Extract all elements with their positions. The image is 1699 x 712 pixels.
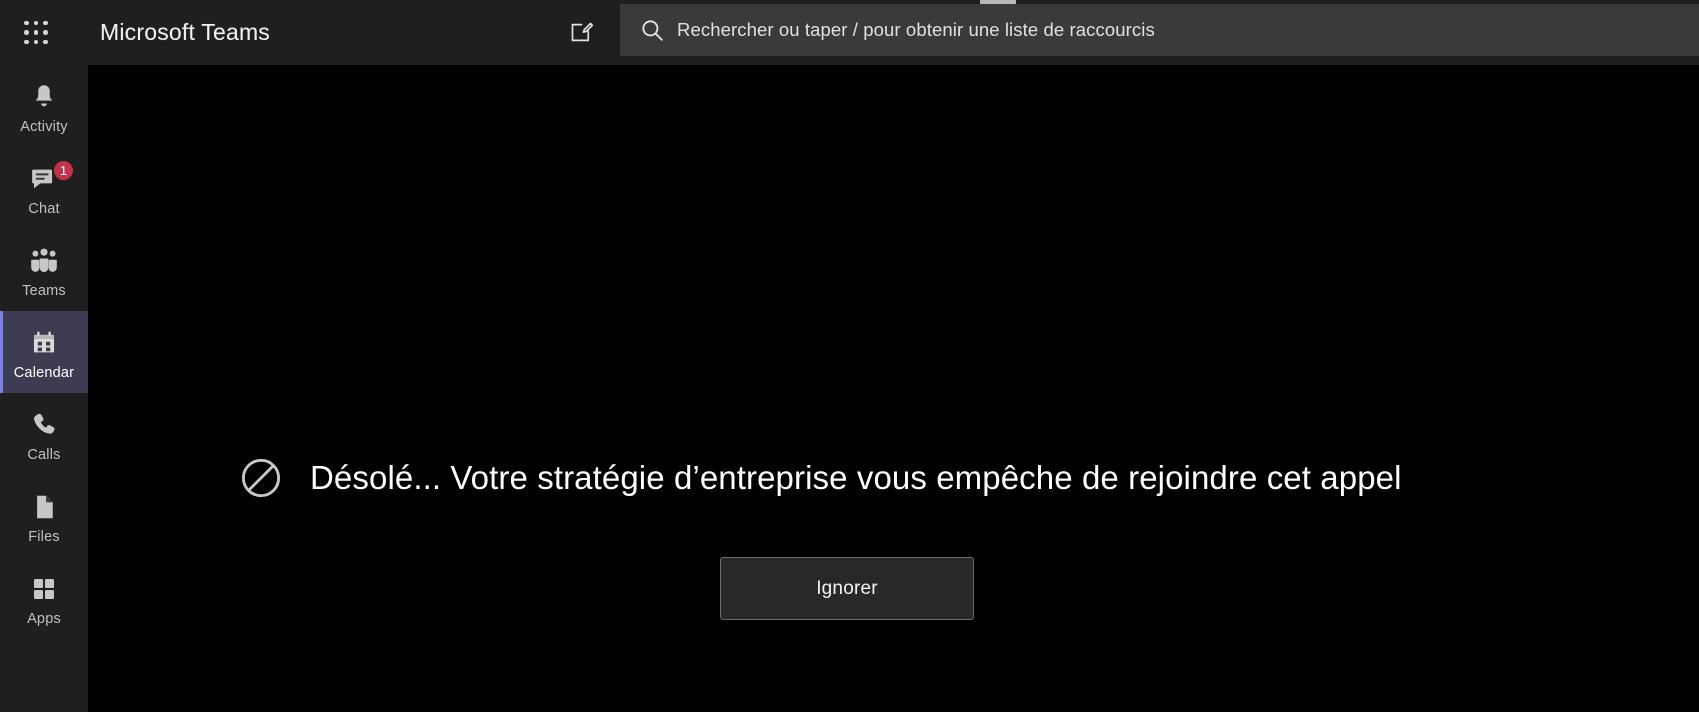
sidebar-item-apps[interactable]: Apps <box>0 557 88 639</box>
policy-block-message-row: Désolé... Votre stratégie d’entreprise v… <box>238 455 1568 501</box>
sidebar-item-label: Teams <box>22 282 66 299</box>
sidebar-item-label: Activity <box>20 118 68 135</box>
file-icon <box>29 488 59 522</box>
new-chat-compose-icon[interactable] <box>561 12 601 52</box>
sidebar-item-label: Apps <box>27 610 61 627</box>
status-badge: 1 <box>52 159 75 182</box>
page-title: Microsoft Teams <box>100 19 271 45</box>
app-launcher-waffle-icon[interactable] <box>14 11 58 55</box>
title-bar: Microsoft Teams <box>0 0 1699 65</box>
sidebar-item-files[interactable]: Files <box>0 475 88 557</box>
sidebar-item-teams[interactable]: Teams <box>0 229 88 311</box>
main-content: Désolé... Votre stratégie d’entreprise v… <box>88 65 1699 712</box>
search-icon <box>639 17 665 43</box>
sidebar-item-calendar[interactable]: Calendar <box>0 311 88 393</box>
teams-window: Microsoft Teams Rechercher ou taper / po… <box>0 0 1699 712</box>
sidebar-item-label: Calls <box>27 446 61 463</box>
sidebar-item-calls[interactable]: Calls <box>0 393 88 475</box>
blocked-prohibition-icon <box>238 455 284 501</box>
dismiss-button[interactable]: Ignorer <box>720 557 974 620</box>
left-rail: Activity 1 Chat Teams Calendar Calls Fil… <box>0 65 88 712</box>
calendar-icon <box>29 324 59 358</box>
phone-icon <box>29 406 59 440</box>
sidebar-item-label: Calendar <box>13 364 75 381</box>
bell-icon <box>29 78 59 112</box>
teams-icon <box>28 242 60 276</box>
search-input[interactable] <box>677 4 1699 56</box>
search-bar[interactable] <box>620 4 1699 56</box>
sidebar-item-chat[interactable]: 1 Chat <box>0 147 88 229</box>
sidebar-item-activity[interactable]: Activity <box>0 65 88 147</box>
sidebar-item-label: Files <box>28 528 60 545</box>
apps-grid-icon <box>29 570 59 604</box>
policy-block-message: Désolé... Votre stratégie d’entreprise v… <box>310 459 1402 496</box>
sidebar-item-label: Chat <box>28 200 60 217</box>
